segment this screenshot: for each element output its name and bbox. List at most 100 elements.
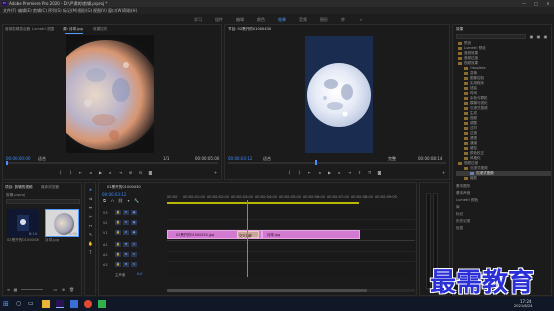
go-to-in-icon[interactable]: ⇤	[78, 170, 83, 175]
track-a2-label[interactable]: A2	[103, 253, 107, 257]
overwrite-icon[interactable]: ⊟	[138, 170, 143, 175]
work-area-bar[interactable]	[167, 202, 359, 204]
step-forward-icon[interactable]: ▸	[108, 170, 113, 175]
menu-help[interactable]: 帮助(H)	[123, 8, 137, 14]
program-mark-out-icon[interactable]: }	[297, 170, 302, 175]
razor-tool-icon[interactable]: ✂	[88, 214, 93, 219]
lift-icon[interactable]: ⇑	[357, 170, 362, 175]
close-button[interactable]: ✕	[542, 0, 554, 7]
timeline-playhead[interactable]	[247, 200, 248, 277]
effects-panel-title[interactable]: 效果	[456, 27, 463, 32]
mark-out-icon[interactable]: }	[68, 170, 73, 175]
program-title[interactable]: 节目: 02黑开的01000430	[228, 27, 271, 32]
menu-clip[interactable]: 剪辑(C)	[33, 8, 47, 14]
hand-tool-icon[interactable]: ✋	[88, 241, 93, 246]
effects-search-input[interactable]	[456, 34, 526, 39]
insert-icon[interactable]: ⊞	[128, 170, 133, 175]
go-to-out-icon[interactable]: ⇥	[118, 170, 123, 175]
export-frame-icon[interactable]: ◙	[148, 170, 153, 175]
program-scrubber[interactable]	[228, 162, 446, 164]
track-eye-icon[interactable]: ◉	[131, 210, 137, 215]
tab-source[interactable]: 源: 月球.jpg	[63, 27, 83, 32]
workspace-editing[interactable]: 编辑	[236, 17, 244, 23]
track-sync-icon[interactable]: ⇄	[123, 230, 129, 235]
workspace-assembly[interactable]: 组件	[215, 17, 223, 23]
wechat-taskbar-icon[interactable]	[98, 300, 106, 308]
selection-tool-icon[interactable]: ➤	[88, 187, 93, 192]
chrome-taskbar-icon[interactable]	[84, 300, 92, 308]
track-lock-icon[interactable]: 🔒	[115, 252, 121, 257]
windows-start-icon[interactable]: ⊞	[3, 300, 11, 308]
timeline-timecode[interactable]: 00:00:03:12	[102, 192, 126, 197]
track-lock-icon[interactable]: 🔒	[115, 262, 121, 267]
track-lock-icon[interactable]: 🔒	[115, 220, 121, 225]
icon-view-icon[interactable]: ▦	[13, 287, 18, 292]
program-step-forward-icon[interactable]: ▸	[337, 170, 342, 175]
solo-icon[interactable]: S	[131, 262, 137, 267]
extract-icon[interactable]: ⇈	[367, 170, 372, 175]
linked-selection-icon[interactable]: ⛓	[118, 198, 123, 203]
mute-icon[interactable]: M	[123, 242, 129, 247]
libraries-panel[interactable]: 库	[456, 205, 460, 210]
track-v1-label[interactable]: V1	[103, 231, 107, 235]
program-timecode-in[interactable]: 00:00:03:12	[228, 156, 252, 161]
zoom-slider[interactable]	[21, 289, 43, 290]
track-v2-label[interactable]: V2	[103, 221, 107, 225]
track-sync-icon[interactable]: ⇄	[123, 210, 129, 215]
master-volume-value[interactable]: 0.0	[137, 272, 142, 276]
history-panel[interactable]: 历史记录	[456, 219, 470, 224]
track-a3-label[interactable]: A3	[103, 263, 107, 267]
menu-edit[interactable]: 编辑(E)	[18, 8, 32, 14]
accelerated-effects-icon[interactable]: ▣	[529, 34, 534, 39]
program-step-back-icon[interactable]: ◂	[317, 170, 322, 175]
program-go-to-out-icon[interactable]: ⇥	[347, 170, 352, 175]
premiere-taskbar-icon[interactable]	[56, 300, 64, 308]
program-mark-in-icon[interactable]: {	[287, 170, 292, 175]
taskbar-search-icon[interactable]: ○	[16, 300, 24, 308]
type-tool-icon[interactable]: T	[88, 250, 93, 255]
source-scale-dropdown[interactable]: 1/1	[163, 156, 169, 161]
program-add-button-icon[interactable]: +	[441, 170, 446, 175]
track-v3-label[interactable]: V3	[103, 211, 107, 215]
workspace-effects[interactable]: 效果	[278, 17, 286, 23]
workspace-audio[interactable]: 音频	[299, 17, 307, 23]
mute-icon[interactable]: M	[123, 252, 129, 257]
source-timecode-in[interactable]: 00:00:00:00	[6, 156, 30, 161]
source-add-button-icon[interactable]: +	[213, 170, 218, 175]
task-view-icon[interactable]: ▭	[28, 300, 36, 308]
track-lock-icon[interactable]: 🔒	[115, 230, 121, 235]
menu-graphics[interactable]: 图形(G)	[78, 8, 92, 14]
play-icon[interactable]: ▶	[98, 170, 103, 175]
track-select-tool-icon[interactable]: ⇉	[88, 196, 93, 201]
tree-item[interactable]: 缩放	[464, 176, 477, 181]
tab-effect-controls[interactable]: 效果控件	[93, 27, 107, 32]
program-go-to-in-icon[interactable]: ⇤	[307, 170, 312, 175]
track-lock-icon[interactable]: 🔒	[115, 210, 121, 215]
step-back-icon[interactable]: ◂	[88, 170, 93, 175]
essential-graphics-panel[interactable]: 基本图形	[456, 184, 470, 189]
new-item-icon[interactable]: ⊕	[61, 287, 66, 292]
timeline-ruler[interactable]: 00:00 00:00:01:00 00:00:02:00 00:00:03:0…	[167, 195, 415, 202]
mark-in-icon[interactable]: {	[58, 170, 63, 175]
lumetri-color-panel[interactable]: Lumetri 颜色	[456, 198, 478, 203]
timeline-clip[interactable]: 月球.jpg	[262, 230, 360, 239]
info-panel[interactable]: 信息	[456, 226, 463, 231]
tab-project[interactable]: 项目: 剪辑的视频	[5, 185, 33, 190]
clear-icon[interactable]: 🗑	[69, 287, 74, 292]
transition-clip[interactable]: 交叉溶解	[237, 231, 259, 238]
pen-tool-icon[interactable]: ✎	[88, 232, 93, 237]
markers-panel[interactable]: 标记	[456, 212, 463, 217]
program-export-frame-icon[interactable]: ◙	[377, 170, 382, 175]
ripple-edit-tool-icon[interactable]: ⇹	[88, 205, 93, 210]
add-marker-icon[interactable]: ▾	[126, 198, 131, 203]
workspace-color[interactable]: 颜色	[257, 17, 265, 23]
tab-audio-clip-mixer[interactable]: 音频剪辑混合器	[5, 27, 30, 32]
track-eye-icon[interactable]: ◉	[131, 220, 137, 225]
32bit-effects-icon[interactable]: ▣	[536, 34, 541, 39]
timeline-scrollbar[interactable]	[167, 289, 415, 292]
track-sync-icon[interactable]: ⇄	[123, 220, 129, 225]
slip-tool-icon[interactable]: ↔	[88, 223, 93, 228]
mute-icon[interactable]: M	[123, 262, 129, 267]
program-play-icon[interactable]: ▶	[327, 170, 332, 175]
snap-icon[interactable]: ∩	[110, 198, 115, 203]
